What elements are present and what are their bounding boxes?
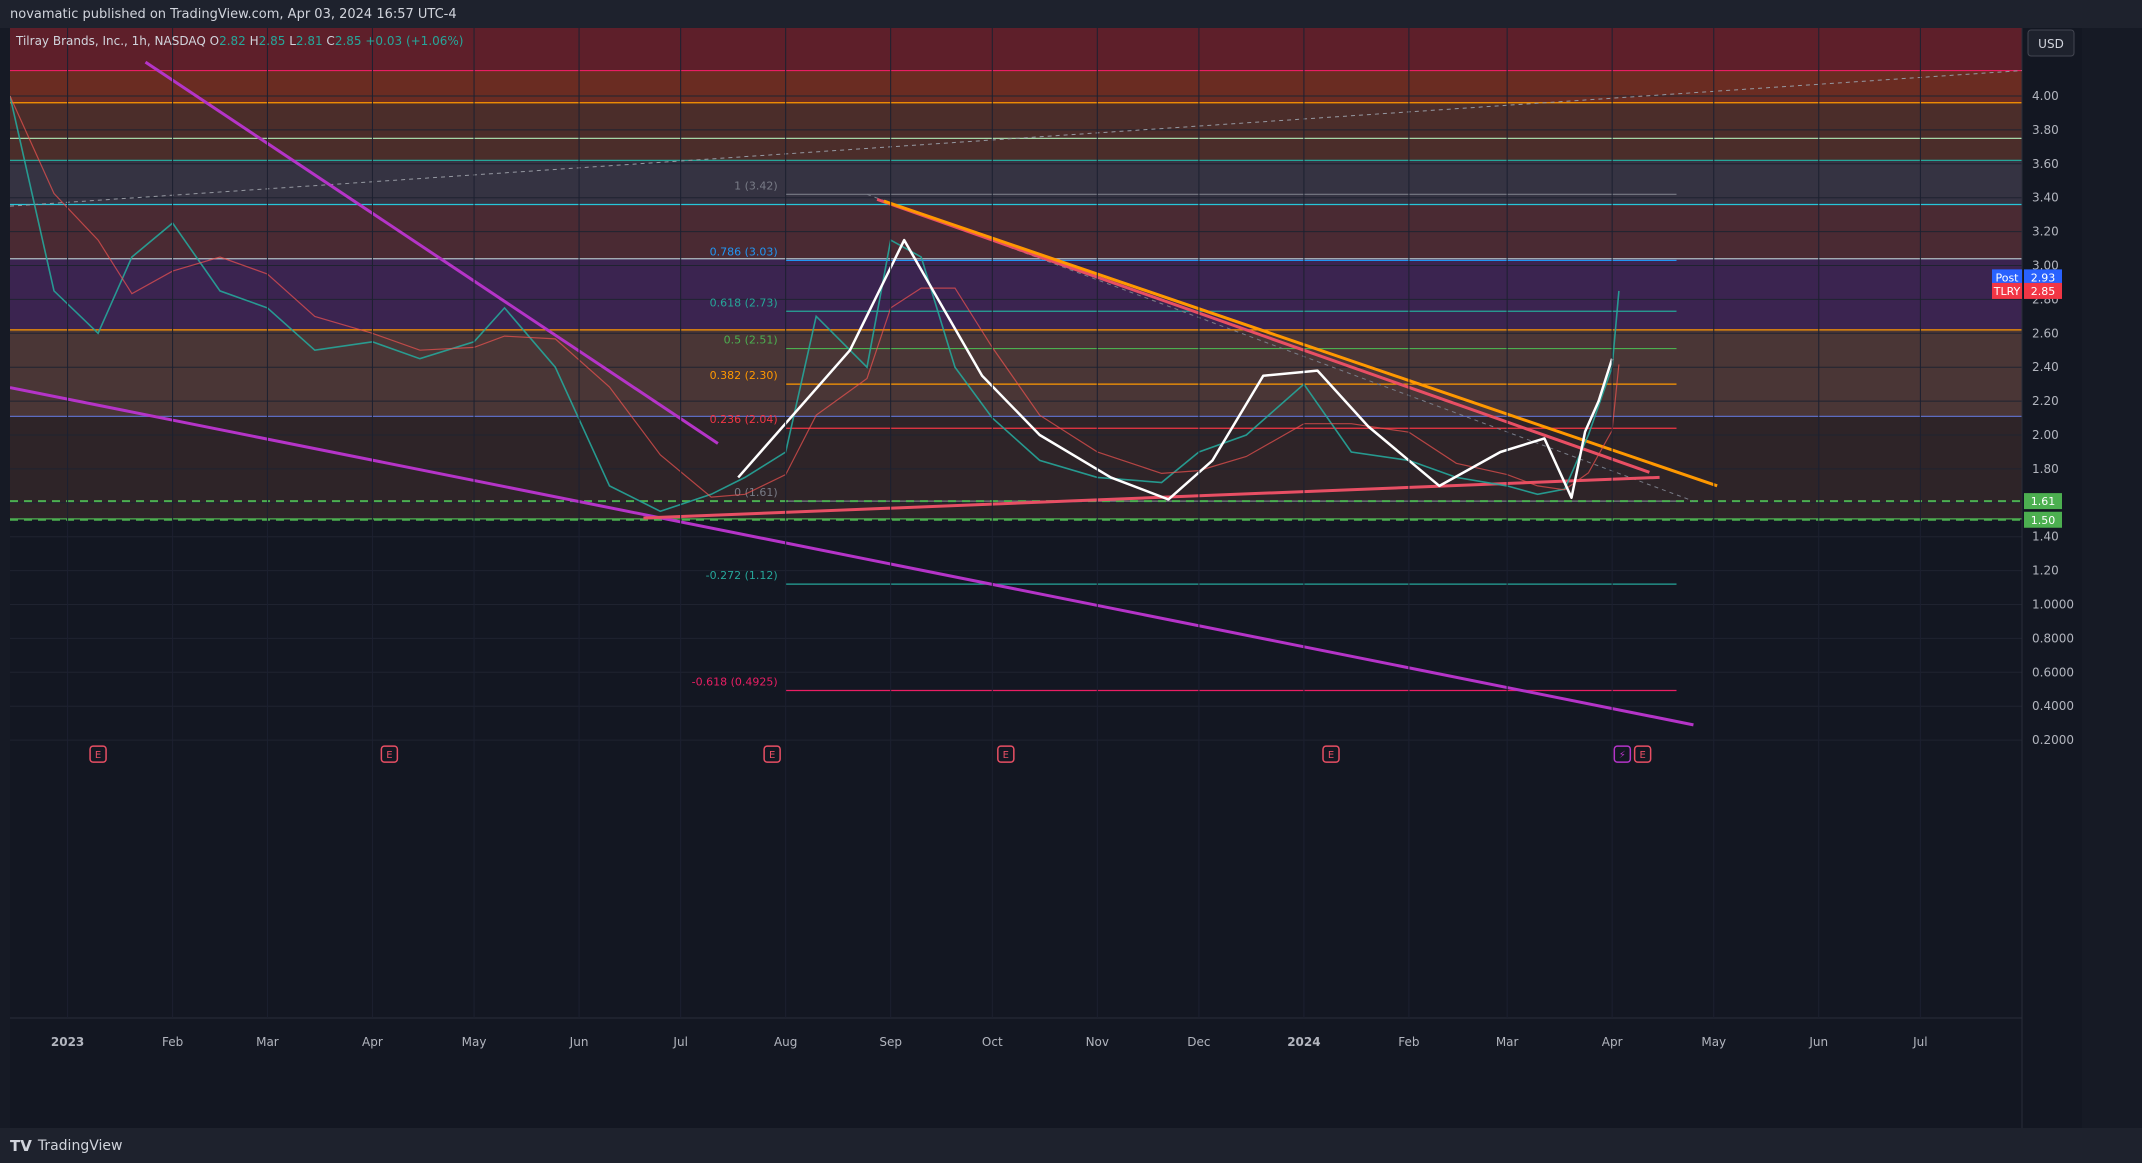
legend-part: O — [210, 34, 219, 48]
fib-level-label: 0.236 (2.04) — [710, 413, 778, 426]
zone-purple — [10, 258, 2022, 330]
earnings-event-label: ⚡ — [1619, 750, 1626, 761]
fib-level-label: 0.618 (2.73) — [710, 296, 778, 309]
x-tick-label: Feb — [1398, 1035, 1419, 1049]
x-tick-label: Sep — [879, 1035, 902, 1049]
x-tick-label: Jun — [1808, 1035, 1828, 1049]
price-tag-value: 1.61 — [2031, 495, 2056, 508]
x-tick-label: 2023 — [51, 1035, 84, 1049]
top-bar: novamatic published on TradingView.com, … — [0, 0, 2142, 28]
y-tick-label: 1.0000 — [2032, 598, 2074, 612]
x-tick-label: May — [462, 1035, 487, 1049]
x-tick-label: Mar — [1496, 1035, 1519, 1049]
x-tick-label: Aug — [774, 1035, 797, 1049]
y-tick-label: 2.20 — [2032, 394, 2059, 408]
fib-level-label: -0.618 (0.4925) — [692, 676, 778, 689]
zone-brown — [10, 102, 2022, 161]
earnings-event-label: E — [1639, 750, 1645, 761]
publisher-text: novamatic published on TradingView.com, … — [10, 7, 457, 22]
tradingview-brand: TradingView — [37, 1138, 123, 1154]
zone-tan — [10, 329, 2022, 417]
currency-label: USD — [2038, 37, 2064, 51]
x-tick-label: May — [1701, 1035, 1726, 1049]
price-tag-name: Post — [1995, 271, 2019, 284]
zone-red — [10, 70, 2022, 103]
bottom-bar — [0, 1128, 2142, 1163]
y-tick-label: 1.20 — [2032, 564, 2059, 578]
tradingview-logo-icon: TV — [10, 1137, 32, 1155]
price-tag-value: 1.50 — [2031, 514, 2056, 527]
legend-text: Tilray Brands, Inc., 1h, NASDAQ O2.82 H2… — [15, 34, 464, 48]
y-tick-label: 3.60 — [2032, 157, 2059, 171]
fib-level-label: -0.272 (1.12) — [706, 569, 778, 582]
x-tick-label: Jul — [1912, 1035, 1927, 1049]
y-tick-label: 1.40 — [2032, 530, 2059, 544]
earnings-event-label: E — [1328, 750, 1334, 761]
legend-part: 2.81 — [296, 34, 327, 48]
legend-part: +0.03 (+1.06%) — [365, 34, 463, 48]
legend-part: 2.82 — [219, 34, 250, 48]
chart-area[interactable]: USD 4.00 3.80 3.60 3.40 3.20 3.00 2.80 2.60 2.40 2… — [10, 28, 2082, 1128]
y-tick-label: 0.6000 — [2032, 665, 2074, 679]
chart-svg[interactable]: USD4.003.803.603.403.203.002.802.602.402… — [10, 28, 2082, 1128]
legend-part: Tilray Brands, Inc., 1h, NASDAQ — [15, 34, 210, 48]
x-tick-label: Nov — [1086, 1035, 1109, 1049]
y-tick-label: 3.80 — [2032, 123, 2059, 137]
y-tick-label: 2.00 — [2032, 428, 2059, 442]
earnings-event-label: E — [386, 750, 392, 761]
fib-level-label: 0.786 (3.03) — [710, 245, 778, 258]
x-tick-label: Mar — [256, 1035, 279, 1049]
x-tick-label: Apr — [362, 1035, 383, 1049]
fib-level-label: 0.5 (2.51) — [724, 334, 778, 347]
fib-level-label: 1 (3.42) — [734, 179, 778, 192]
fib-level-label: 0.382 (2.30) — [710, 369, 778, 382]
x-tick-label: Jun — [569, 1035, 589, 1049]
earnings-event-label: E — [769, 750, 775, 761]
x-tick-label: Oct — [982, 1035, 1003, 1049]
price-tag-name: TLRY — [1993, 285, 2021, 298]
legend-part: 2.85 — [335, 34, 366, 48]
y-tick-label: 2.40 — [2032, 360, 2059, 374]
y-tick-label: 2.60 — [2032, 326, 2059, 340]
legend-part: 2.85 — [259, 34, 290, 48]
x-tick-label: Jul — [672, 1035, 687, 1049]
y-tick-label: 0.8000 — [2032, 631, 2074, 645]
x-tick-label: 2024 — [1287, 1035, 1320, 1049]
fib-level-label: 0 (1.61) — [734, 486, 778, 499]
earnings-event-label: E — [1003, 750, 1009, 761]
y-tick-label: 0.2000 — [2032, 733, 2074, 747]
legend-part: H — [250, 34, 259, 48]
x-tick-label: Feb — [162, 1035, 183, 1049]
tradingview-logo[interactable]: TV TradingView — [10, 1137, 122, 1155]
earnings-event-label: E — [95, 750, 101, 761]
y-tick-label: 1.80 — [2032, 462, 2059, 476]
y-tick-label: 0.4000 — [2032, 699, 2074, 713]
price-tag-value: 2.93 — [2031, 271, 2056, 284]
y-tick-label: 4.00 — [2032, 89, 2059, 103]
y-tick-label: 3.20 — [2032, 225, 2059, 239]
y-tick-label: 3.40 — [2032, 191, 2059, 205]
legend-part: C — [326, 34, 334, 48]
x-tick-label: Dec — [1187, 1035, 1210, 1049]
x-tick-label: Apr — [1602, 1035, 1623, 1049]
price-tag-value: 2.85 — [2031, 285, 2056, 298]
